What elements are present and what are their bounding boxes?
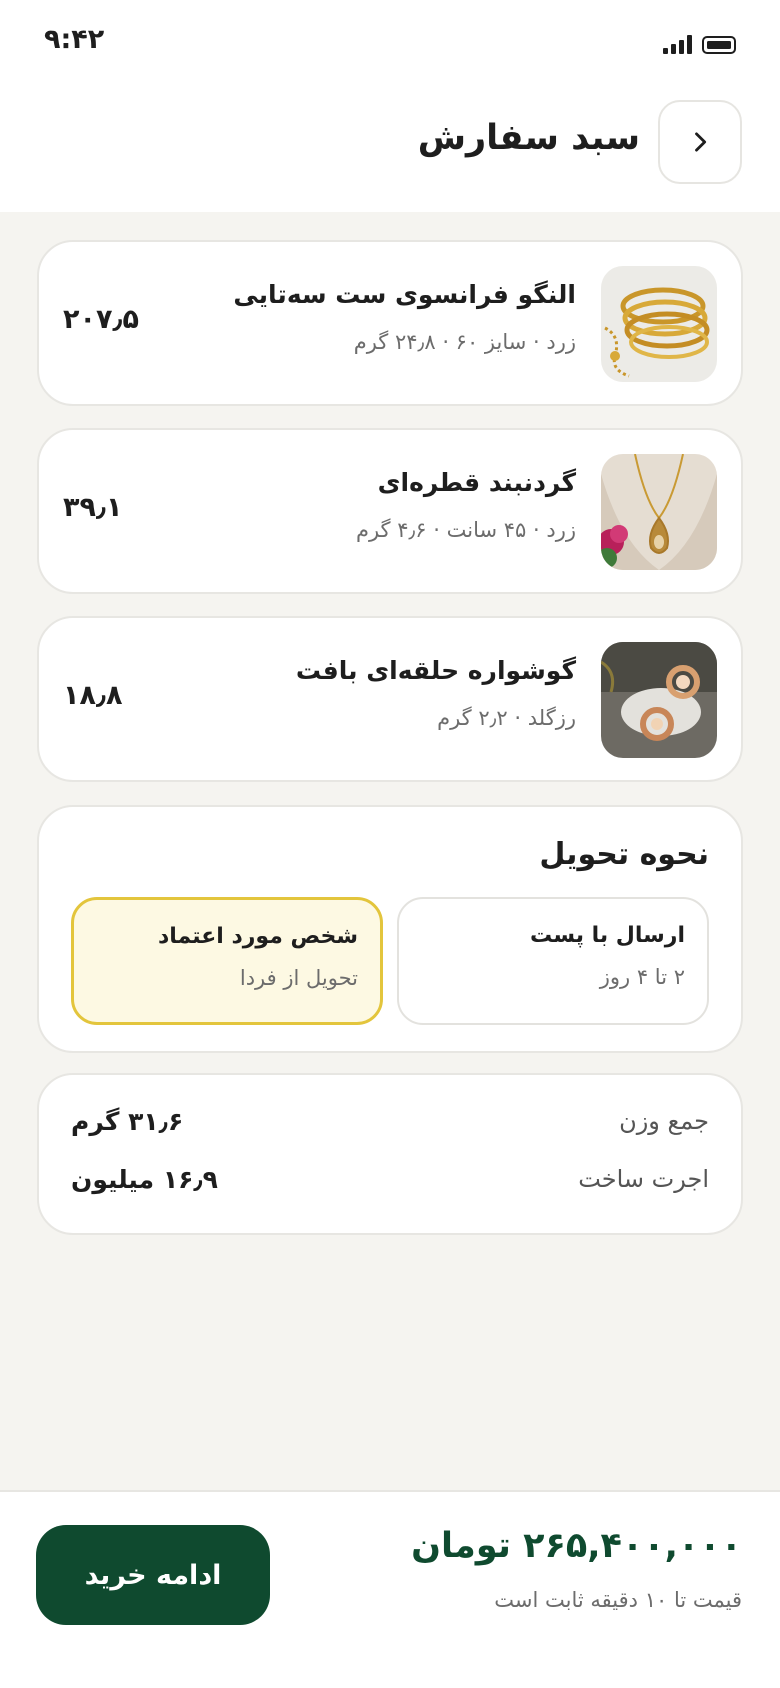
item-price: ۲۰۷٫۵ bbox=[63, 304, 140, 335]
option-subtitle: تحویل از فردا bbox=[239, 966, 358, 990]
delivery-option-post[interactable]: ارسال با پست ۲ تا ۴ روز bbox=[397, 897, 709, 1025]
summary-value: ۱۶٫۹ میلیون bbox=[71, 1165, 218, 1194]
battery-icon bbox=[702, 36, 736, 54]
item-name: گوشواره حلقه‌ای بافت bbox=[295, 656, 576, 685]
summary-row-making-fee: اجرت ساخت ۱۶٫۹ میلیون bbox=[71, 1165, 709, 1205]
delivery-section: نحوه تحویل ارسال با پست ۲ تا ۴ روز شخص م… bbox=[37, 805, 743, 1053]
cart-item[interactable]: گوشواره حلقه‌ای بافت رزگلد · ۲٫۲ گرم ۱۸٫… bbox=[37, 616, 743, 782]
option-title: شخص مورد اعتماد bbox=[157, 924, 358, 949]
product-image-necklace bbox=[601, 454, 717, 570]
item-meta: رزگلد · ۲٫۲ گرم bbox=[437, 706, 576, 730]
back-button[interactable] bbox=[658, 100, 742, 184]
cart-page: ۹:۴۲ سبد سفارش bbox=[0, 0, 780, 1688]
summary-row-weight: جمع وزن ۳۱٫۶ گرم bbox=[71, 1107, 709, 1147]
summary-label: جمع وزن bbox=[619, 1107, 709, 1135]
item-meta: زرد · ۴۵ سانت · ۴٫۶ گرم bbox=[355, 518, 576, 542]
item-price: ۱۸٫۸ bbox=[63, 680, 123, 711]
status-time: ۹:۴۲ bbox=[44, 24, 105, 55]
item-name: النگو فرانسوی ست سه‌تایی bbox=[233, 280, 576, 309]
order-summary: جمع وزن ۳۱٫۶ گرم اجرت ساخت ۱۶٫۹ میلیون bbox=[37, 1073, 743, 1235]
option-title: ارسال با پست bbox=[530, 923, 685, 948]
summary-value: ۳۱٫۶ گرم bbox=[71, 1107, 184, 1136]
chevron-right-icon bbox=[695, 132, 707, 152]
delivery-option-trusted-person[interactable]: شخص مورد اعتماد تحویل از فردا bbox=[71, 897, 383, 1025]
summary-label: اجرت ساخت bbox=[578, 1165, 709, 1193]
cart-item[interactable]: النگو فرانسوی ست سه‌تایی زرد · سایز ۶۰ ·… bbox=[37, 240, 743, 406]
status-bar: ۹:۴۲ bbox=[0, 0, 780, 80]
item-meta: زرد · سایز ۶۰ · ۲۴٫۸ گرم bbox=[353, 330, 576, 354]
option-subtitle: ۲ تا ۴ روز bbox=[599, 965, 685, 989]
price-lock-note: قیمت تا ۱۰ دقیقه ثابت است bbox=[494, 1588, 742, 1612]
page-title: سبد سفارش bbox=[417, 118, 640, 158]
header: سبد سفارش bbox=[0, 100, 780, 184]
status-icons bbox=[663, 34, 736, 54]
checkout-bar: ۲۶۵,۴۰۰,۰۰۰ تومان قیمت تا ۱۰ دقیقه ثابت … bbox=[0, 1490, 780, 1688]
cart-item[interactable]: گردنبند قطره‌ای زرد · ۴۵ سانت · ۴٫۶ گرم … bbox=[37, 428, 743, 594]
item-name: گردنبند قطره‌ای bbox=[377, 468, 576, 497]
continue-purchase-button[interactable]: ادامه خرید bbox=[36, 1525, 270, 1625]
top-area: ۹:۴۲ سبد سفارش bbox=[0, 0, 780, 212]
signal-icon bbox=[663, 34, 692, 54]
total-price: ۲۶۵,۴۰۰,۰۰۰ تومان bbox=[411, 1526, 742, 1566]
item-price: ۳۹٫۱ bbox=[63, 492, 123, 523]
delivery-title: نحوه تحویل bbox=[539, 837, 709, 872]
product-image-bangles bbox=[601, 266, 717, 382]
product-image-earrings bbox=[601, 642, 717, 758]
